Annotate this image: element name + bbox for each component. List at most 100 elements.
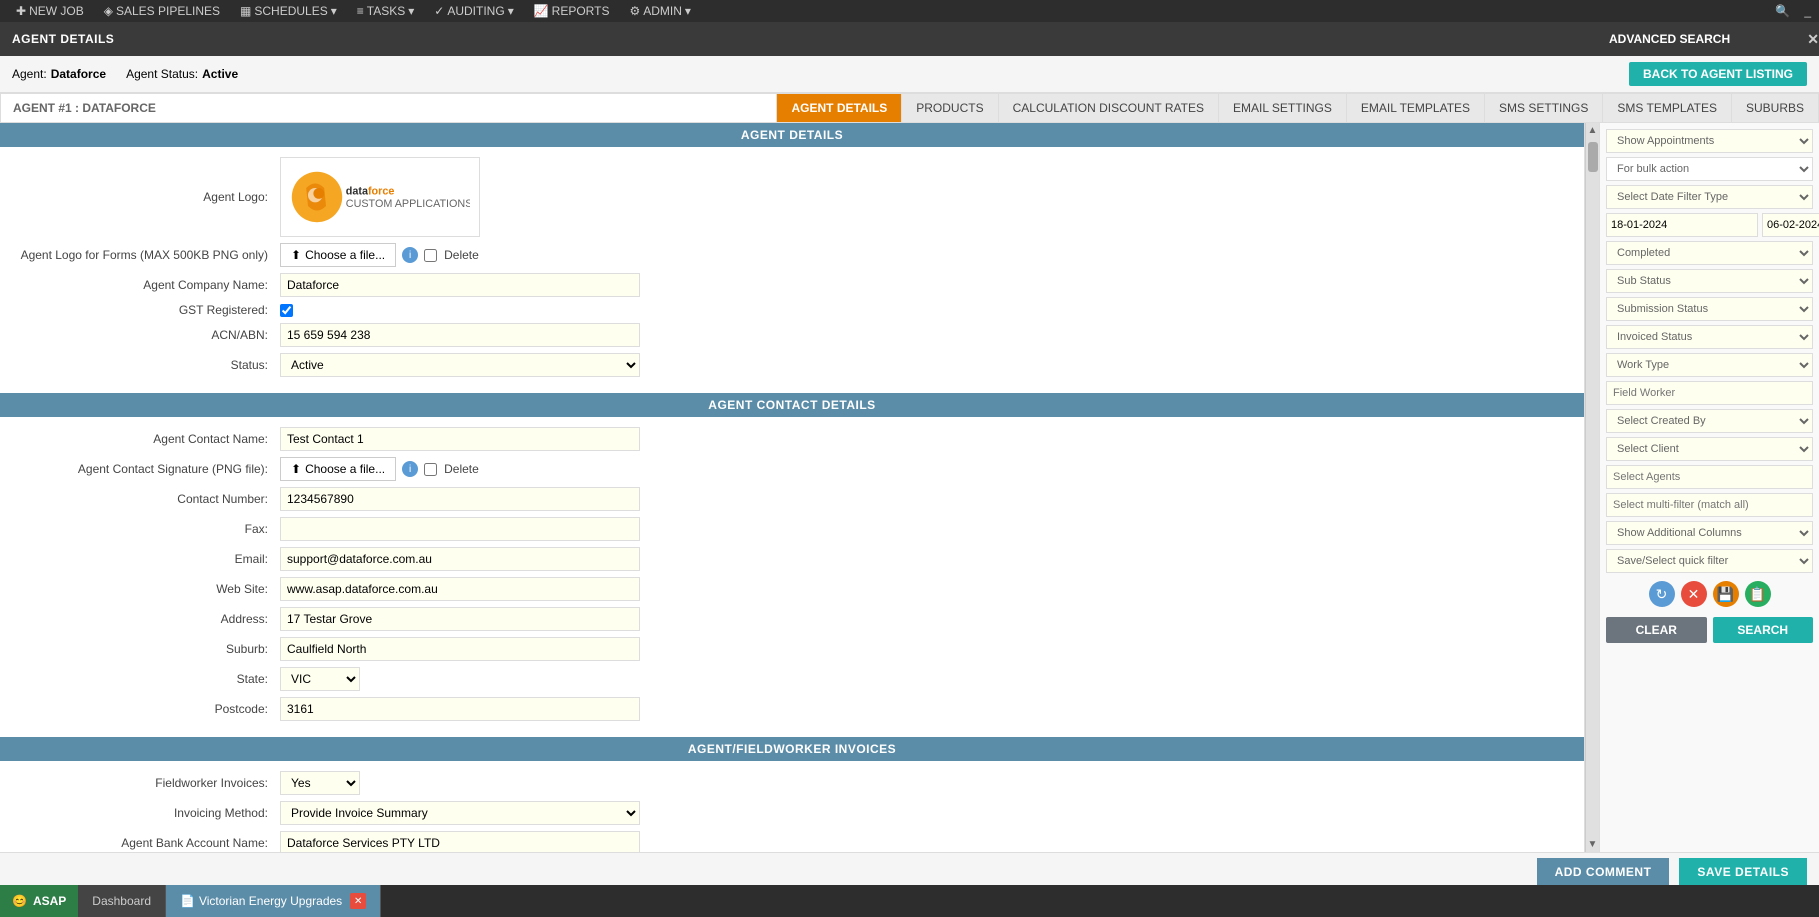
agent-contact-details-form: Agent Contact Name: Agent Contact Signat…: [0, 417, 1584, 737]
asap-logo-icon: 😊: [12, 894, 27, 908]
address-input[interactable]: [280, 607, 640, 631]
search-icon[interactable]: 🔍: [1769, 2, 1796, 20]
acn-abn-input[interactable]: [280, 323, 640, 347]
field-worker-input[interactable]: [1606, 381, 1813, 405]
delete-checkbox[interactable]: [424, 249, 437, 262]
gst-registered-checkbox[interactable]: [280, 304, 293, 317]
info-icon[interactable]: i: [402, 247, 418, 263]
agent-bank-account-input[interactable]: [280, 831, 640, 852]
chevron-down-icon: ▾: [331, 4, 337, 18]
scroll-up-icon[interactable]: ▲: [1588, 123, 1598, 138]
tab-calculation-discount-rates[interactable]: CALCULATION DISCOUNT RATES: [998, 94, 1218, 122]
contact-name-input[interactable]: [280, 427, 640, 451]
add-comment-button[interactable]: ADD COMMENT: [1537, 858, 1670, 886]
select-created-by-dropdown[interactable]: Select Created By: [1606, 409, 1813, 433]
agent-logo-forms-row: Agent Logo for Forms (MAX 500KB PNG only…: [0, 243, 1584, 267]
postcode-label: Postcode:: [20, 702, 280, 716]
website-input[interactable]: [280, 577, 640, 601]
select-date-filter-type-dropdown[interactable]: Select Date Filter Type: [1606, 185, 1813, 209]
tab-agent-details[interactable]: AGENT DETAILS: [776, 94, 901, 122]
scroll-thumb[interactable]: [1588, 142, 1598, 172]
agent-company-name-input[interactable]: [280, 273, 640, 297]
contact-number-input[interactable]: [280, 487, 640, 511]
fieldworker-invoices-select[interactable]: YesNo: [280, 771, 360, 795]
taskbar: 😊 ASAP Dashboard 📄 Victorian Energy Upgr…: [0, 885, 1819, 917]
tab-sms-templates[interactable]: SMS TEMPLATES: [1602, 94, 1731, 122]
nav-schedules[interactable]: ▦ SCHEDULES ▾: [232, 2, 345, 20]
status-select[interactable]: Active Inactive: [280, 353, 640, 377]
sub-status-dropdown[interactable]: Sub Status: [1606, 269, 1813, 293]
tab-suburbs[interactable]: SUBURBS: [1731, 94, 1818, 122]
nav-sales-pipelines[interactable]: ◈ SALES PIPELINES: [96, 2, 228, 20]
plus-icon: ✚: [16, 4, 26, 18]
invoicing-method-select[interactable]: Provide Invoice Summary Individual Invoi…: [280, 801, 640, 825]
agent-logo-forms-label: Agent Logo for Forms (MAX 500KB PNG only…: [20, 248, 280, 262]
nav-admin[interactable]: ⚙ ADMIN ▾: [621, 2, 698, 20]
postcode-input[interactable]: [280, 697, 640, 721]
back-to-agent-listing-button[interactable]: BACK TO AGENT LISTING: [1629, 62, 1807, 86]
fieldworker-invoices-row: Fieldworker Invoices: YesNo: [0, 771, 1584, 795]
nav-auditing[interactable]: ✓ AUDITING ▾: [426, 2, 521, 20]
cancel-filter-button[interactable]: ✕: [1681, 581, 1707, 607]
scroll-down-icon[interactable]: ▼: [1588, 837, 1598, 852]
email-input[interactable]: [280, 547, 640, 571]
postcode-row: Postcode:: [0, 697, 1584, 721]
taskbar-tab-close-button[interactable]: ✕: [350, 893, 366, 909]
fax-input[interactable]: [280, 517, 640, 541]
advanced-search-close-icon[interactable]: ✕: [1807, 31, 1819, 48]
signature-choose-file-button[interactable]: ⬆ Choose a file...: [280, 457, 396, 481]
nav-reports[interactable]: 📈 REPORTS: [526, 2, 618, 20]
fax-label: Fax:: [20, 522, 280, 536]
tab-sms-settings[interactable]: SMS SETTINGS: [1484, 94, 1602, 122]
taskbar-tab-dashboard[interactable]: Dashboard: [78, 885, 166, 917]
suburb-input[interactable]: [280, 637, 640, 661]
for-bulk-action-dropdown[interactable]: For bulk action: [1606, 157, 1813, 181]
show-additional-columns-dropdown[interactable]: Show Additional Columns: [1606, 521, 1813, 545]
export-button[interactable]: 📋: [1745, 581, 1771, 607]
tab-email-settings[interactable]: EMAIL SETTINGS: [1218, 94, 1346, 122]
save-select-quick-filter-dropdown[interactable]: Save/Select quick filter: [1606, 549, 1813, 573]
agent-invoices-form: Fieldworker Invoices: YesNo Invoicing Me…: [0, 761, 1584, 852]
agent-bank-account-label: Agent Bank Account Name:: [20, 836, 280, 850]
state-select[interactable]: VICNSWQLDWASA: [280, 667, 360, 691]
signature-info-icon[interactable]: i: [402, 461, 418, 477]
address-label: Address:: [20, 612, 280, 626]
save-filter-button[interactable]: 💾: [1713, 581, 1739, 607]
status-label: Status:: [20, 358, 280, 372]
show-appointments-dropdown[interactable]: Show Appointments: [1606, 129, 1813, 153]
content-area: AGENT DETAILS Agent Logo: dataforce CUST…: [0, 123, 1585, 852]
date-range-row: [1606, 213, 1813, 237]
address-row: Address:: [0, 607, 1584, 631]
tab-email-templates[interactable]: EMAIL TEMPLATES: [1346, 94, 1484, 122]
signature-delete-checkbox[interactable]: [424, 463, 437, 476]
choose-file-button[interactable]: ⬆ Choose a file...: [280, 243, 396, 267]
save-details-button[interactable]: SAVE DETAILS: [1679, 858, 1807, 886]
taskbar-tab-victorian-energy[interactable]: 📄 Victorian Energy Upgrades ✕: [166, 885, 381, 917]
invoiced-status-select-dropdown[interactable]: Invoiced Status: [1606, 325, 1813, 349]
refresh-button[interactable]: ↻: [1649, 581, 1675, 607]
work-type-dropdown[interactable]: Work Type: [1606, 353, 1813, 377]
vertical-scrollbar[interactable]: ▲ ▼: [1585, 123, 1599, 852]
date-from-input[interactable]: [1606, 213, 1758, 237]
agent-section-title: AGENT #1 : DATAFORCE: [1, 101, 776, 115]
nav-new-job[interactable]: ✚ NEW JOB: [8, 2, 92, 20]
nav-tasks[interactable]: ≡ TASKS ▾: [349, 2, 423, 20]
diamond-icon: ◈: [104, 4, 113, 18]
fieldworker-invoices-label: Fieldworker Invoices:: [20, 776, 280, 790]
advanced-search-header: ADVANCED SEARCH ✕: [1609, 24, 1819, 54]
website-label: Web Site:: [20, 582, 280, 596]
grid-icon: ▦: [240, 4, 251, 18]
suburb-row: Suburb:: [0, 637, 1584, 661]
invoiced-status-dropdown[interactable]: Completed: [1606, 241, 1813, 265]
tab-products[interactable]: PRODUCTS: [901, 94, 997, 122]
select-agents-input[interactable]: [1606, 465, 1813, 489]
agent-name: Dataforce: [51, 67, 106, 81]
search-button[interactable]: SEARCH: [1713, 617, 1814, 643]
submission-status-dropdown[interactable]: Submission Status: [1606, 297, 1813, 321]
clear-button[interactable]: CLEAR: [1606, 617, 1707, 643]
select-multi-filter-input[interactable]: [1606, 493, 1813, 517]
minimize-icon[interactable]: _: [1804, 4, 1811, 18]
page-title: AGENT DETAILS: [12, 32, 114, 46]
date-to-input[interactable]: [1762, 213, 1819, 237]
select-client-dropdown[interactable]: Select Client: [1606, 437, 1813, 461]
